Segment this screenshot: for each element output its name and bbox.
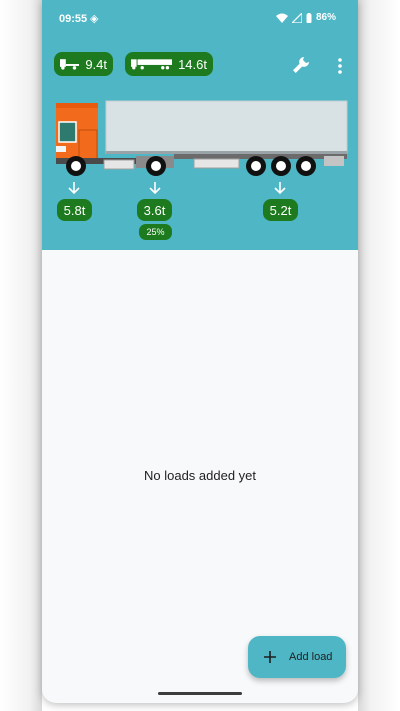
wheel-trailer-1 <box>246 156 266 176</box>
axle-drive-weight[interactable]: 3.6t <box>137 199 172 221</box>
app-header: 09:55 ◈ 86% 9.4t 14.6t 5.8t 3.6t 25% 5.2… <box>42 0 358 250</box>
more-vert-icon[interactable] <box>334 56 346 76</box>
truck-trailer-icon <box>131 59 173 70</box>
total-weight-chip[interactable]: 14.6t <box>125 52 213 76</box>
truck-illustration <box>56 100 348 176</box>
signal-icon <box>291 12 302 23</box>
notification-icon: ◈ <box>90 13 99 25</box>
plus-icon <box>264 651 276 663</box>
empty-state-message: No loads added yet <box>143 468 257 483</box>
trailer-body <box>105 100 348 154</box>
axle-trailer-weight[interactable]: 5.2t <box>263 199 298 221</box>
wifi-icon <box>275 13 288 23</box>
battery-icon <box>306 12 312 23</box>
arrow-down-icon <box>274 182 286 195</box>
add-load-button[interactable]: Add load <box>248 636 346 678</box>
wheel-drive <box>146 156 166 176</box>
truck-weight-value: 9.4t <box>85 56 107 72</box>
wrench-icon[interactable] <box>291 55 311 75</box>
background-left <box>0 0 42 711</box>
phone-screen: 09:55 ◈ 86% 9.4t 14.6t 5.8t 3.6t 25% 5.2… <box>42 0 358 703</box>
home-indicator[interactable] <box>158 692 242 695</box>
wheel-front <box>66 156 86 176</box>
arrow-down-icon <box>68 182 80 195</box>
wheel-trailer-3 <box>296 156 316 176</box>
battery-percent: 86% <box>315 12 336 23</box>
wheel-trailer-2 <box>271 156 291 176</box>
screen: 09:55 ◈ 86% 9.4t 14.6t 5.8t 3.6t 25% 5.2… <box>0 0 400 711</box>
total-weight-value: 14.6t <box>178 56 207 72</box>
status-icons: 86% <box>275 12 336 23</box>
background-right <box>358 0 400 711</box>
truck-icon <box>60 59 80 70</box>
status-bar: 09:55 ◈ 86% <box>42 0 358 38</box>
status-time: 09:55 <box>59 13 88 25</box>
axle-drive-percent: 25% <box>139 224 172 240</box>
arrow-down-icon <box>149 182 161 195</box>
add-load-label: Add load <box>289 651 333 663</box>
truck-weight-chip[interactable]: 9.4t <box>54 52 113 76</box>
axle-front-weight[interactable]: 5.8t <box>57 199 92 221</box>
